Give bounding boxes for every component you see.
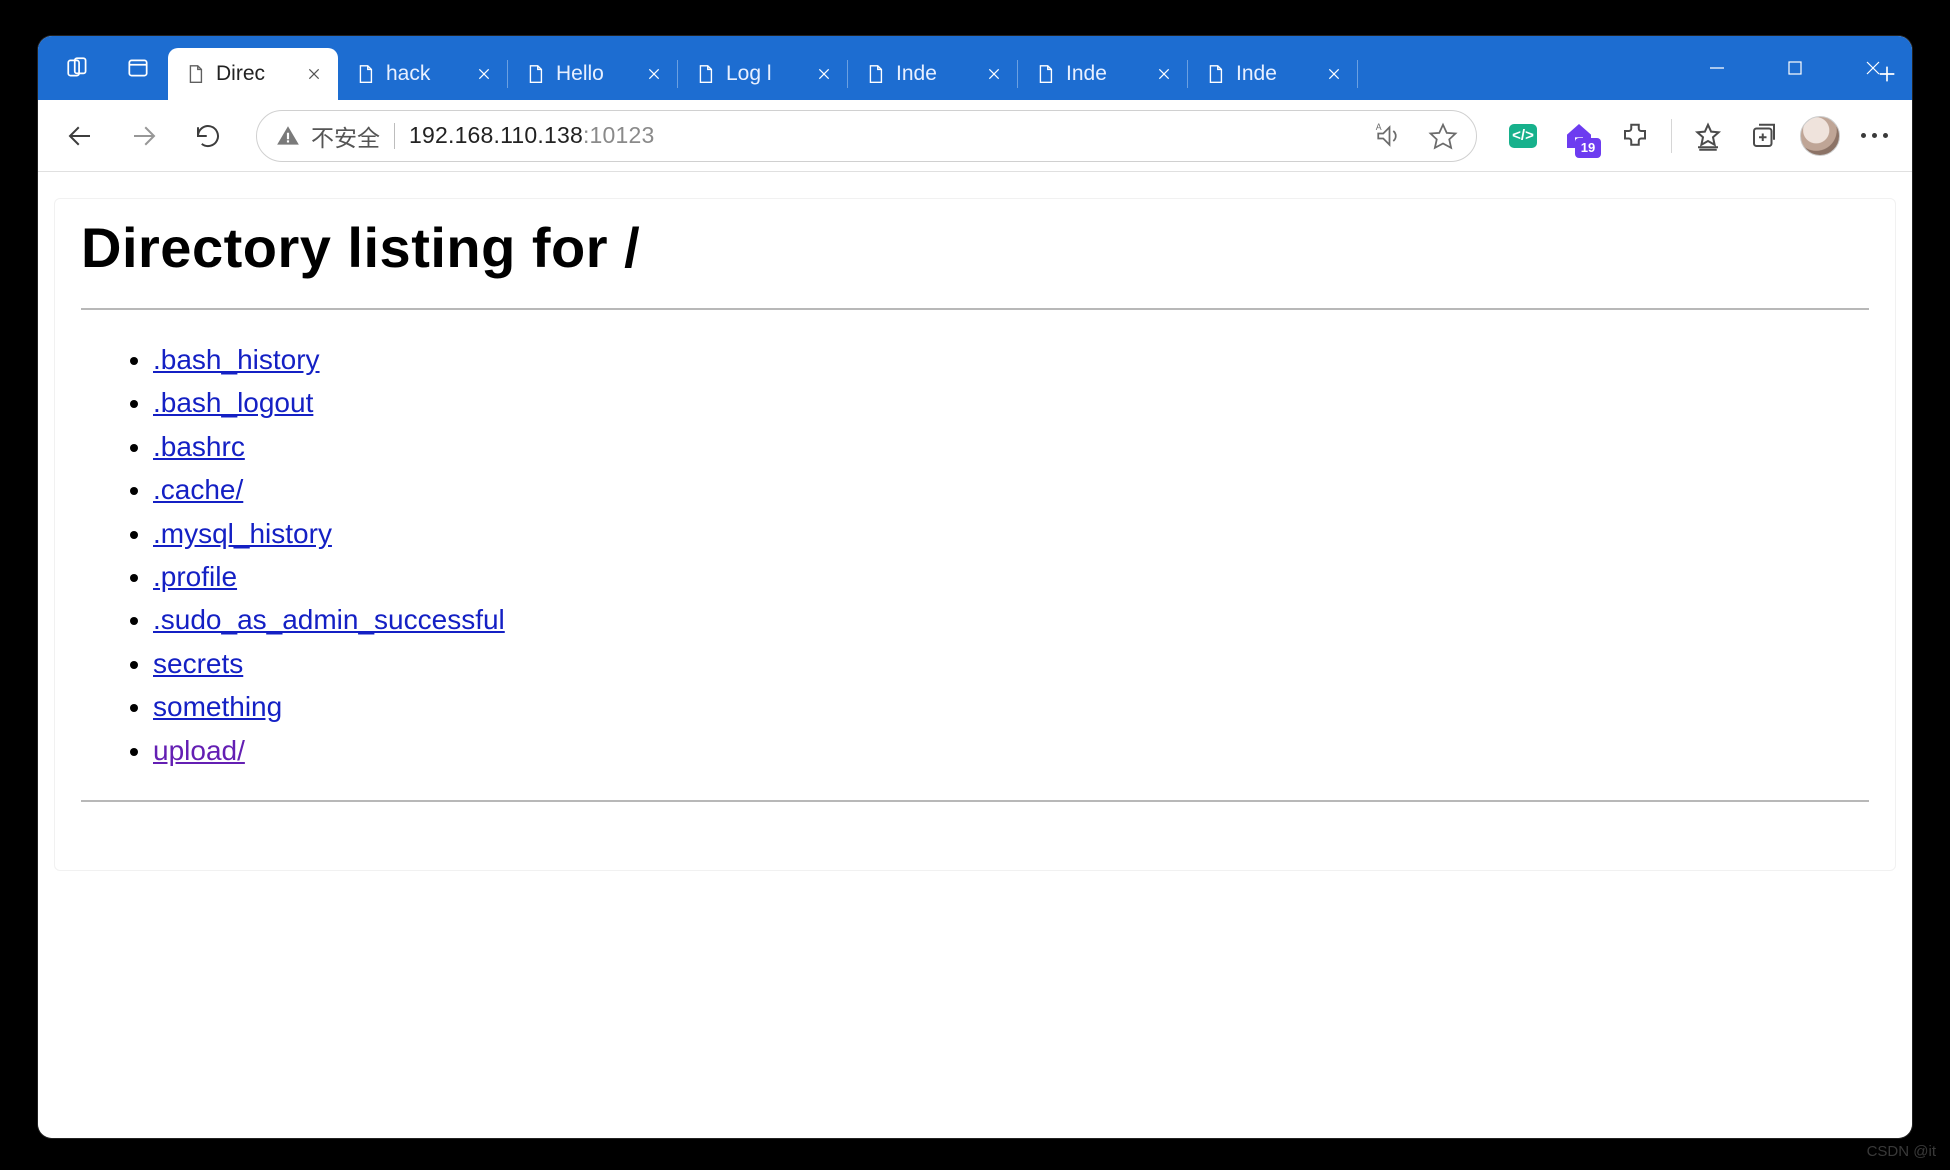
file-link[interactable]: .sudo_as_admin_successful [153, 604, 505, 635]
document-icon [184, 61, 206, 87]
warning-icon [275, 123, 301, 149]
viewport[interactable]: Directory listing for / .bash_history.ba… [38, 172, 1912, 1138]
page-title: Directory listing for / [81, 215, 1869, 280]
toolbar: 不安全 192.168.110.138:10123 A [38, 100, 1912, 172]
toolbar-actions: </> 19 [1497, 110, 1898, 162]
not-secure-label: 不安全 [311, 119, 380, 153]
tab[interactable]: Inde [848, 48, 1018, 100]
file-link[interactable]: secrets [153, 648, 243, 679]
favorite-star-icon[interactable] [1428, 121, 1458, 151]
collections-icon[interactable] [1738, 110, 1790, 162]
list-item: upload/ [153, 729, 1869, 772]
document-icon [524, 61, 546, 87]
site-security-indicator[interactable]: 不安全 [275, 119, 380, 153]
list-item: .bash_history [153, 338, 1869, 381]
tab-label: Log l [726, 62, 800, 86]
reload-button[interactable] [180, 108, 236, 164]
settings-menu-button[interactable] [1850, 112, 1898, 160]
url-text: 192.168.110.138:10123 [409, 122, 655, 149]
close-tab-button[interactable] [300, 60, 328, 88]
svg-text:A: A [1376, 121, 1382, 131]
document-icon [354, 61, 376, 87]
list-item: .cache/ [153, 468, 1869, 511]
tab-overview-icon[interactable] [108, 36, 168, 100]
tab[interactable]: Direc [168, 48, 338, 100]
window-controls [1678, 36, 1912, 100]
separator [394, 123, 395, 149]
list-item: secrets [153, 642, 1869, 685]
maximize-button[interactable] [1756, 36, 1834, 100]
list-item: .profile [153, 555, 1869, 598]
extensions-icon[interactable] [1609, 110, 1661, 162]
tab-strip: Direc hack Hello Log l Inde Inde Inde [168, 36, 1862, 100]
address-bar[interactable]: 不安全 192.168.110.138:10123 A [256, 110, 1477, 162]
list-item: .mysql_history [153, 512, 1869, 555]
watermark: CSDN @it [1867, 1143, 1936, 1160]
close-window-button[interactable] [1834, 36, 1912, 100]
avatar-image [1800, 116, 1840, 156]
workspaces-icon[interactable] [48, 36, 108, 100]
title-bar: Direc hack Hello Log l Inde Inde Inde [38, 36, 1912, 100]
file-link[interactable]: .bashrc [153, 431, 245, 462]
close-tab-button[interactable] [1320, 60, 1348, 88]
page-content: Directory listing for / .bash_history.ba… [54, 198, 1896, 871]
list-item: .bash_logout [153, 381, 1869, 424]
tab[interactable]: Inde [1018, 48, 1188, 100]
tab-label: hack [386, 62, 460, 86]
document-icon [1204, 61, 1226, 87]
document-icon [694, 61, 716, 87]
file-link[interactable]: .cache/ [153, 474, 243, 505]
profile-avatar[interactable] [1794, 110, 1846, 162]
file-link[interactable]: upload/ [153, 735, 245, 766]
document-icon [864, 61, 886, 87]
file-link[interactable]: .mysql_history [153, 518, 332, 549]
tab-label: Inde [1066, 62, 1140, 86]
close-tab-button[interactable] [640, 60, 668, 88]
list-item: .sudo_as_admin_successful [153, 598, 1869, 641]
close-tab-button[interactable] [1150, 60, 1178, 88]
file-listing: .bash_history .bash_logout .bashrc .cache/.… [81, 338, 1869, 772]
tab-label: Inde [1236, 62, 1310, 86]
minimize-button[interactable] [1678, 36, 1756, 100]
list-item: something [153, 685, 1869, 728]
close-tab-button[interactable] [810, 60, 838, 88]
favorites-list-icon[interactable] [1682, 110, 1734, 162]
file-link[interactable]: something [153, 691, 282, 722]
browser-window: Direc hack Hello Log l Inde Inde Inde [38, 36, 1912, 1138]
forward-button[interactable] [116, 108, 172, 164]
rule [81, 800, 1869, 802]
close-tab-button[interactable] [980, 60, 1008, 88]
read-aloud-icon[interactable]: A [1372, 121, 1402, 151]
tab[interactable]: Hello [508, 48, 678, 100]
tab-label: Inde [896, 62, 970, 86]
document-icon [1034, 61, 1056, 87]
tab-label: Hello [556, 62, 630, 86]
rule [81, 308, 1869, 310]
tab[interactable]: hack [338, 48, 508, 100]
back-button[interactable] [52, 108, 108, 164]
close-tab-button[interactable] [470, 60, 498, 88]
tab[interactable]: Log l [678, 48, 848, 100]
file-link[interactable]: .bash_history [153, 344, 320, 375]
file-link[interactable]: .profile [153, 561, 237, 592]
tab[interactable]: Inde [1188, 48, 1358, 100]
file-link[interactable]: .bash_logout [153, 387, 313, 418]
extension-badge: 19 [1575, 138, 1601, 158]
tab-label: Direc [216, 62, 290, 86]
list-item: .bashrc [153, 425, 1869, 468]
separator [1671, 119, 1672, 153]
shopping-extension-icon[interactable]: 19 [1553, 110, 1605, 162]
devtools-extension-icon[interactable]: </> [1497, 110, 1549, 162]
